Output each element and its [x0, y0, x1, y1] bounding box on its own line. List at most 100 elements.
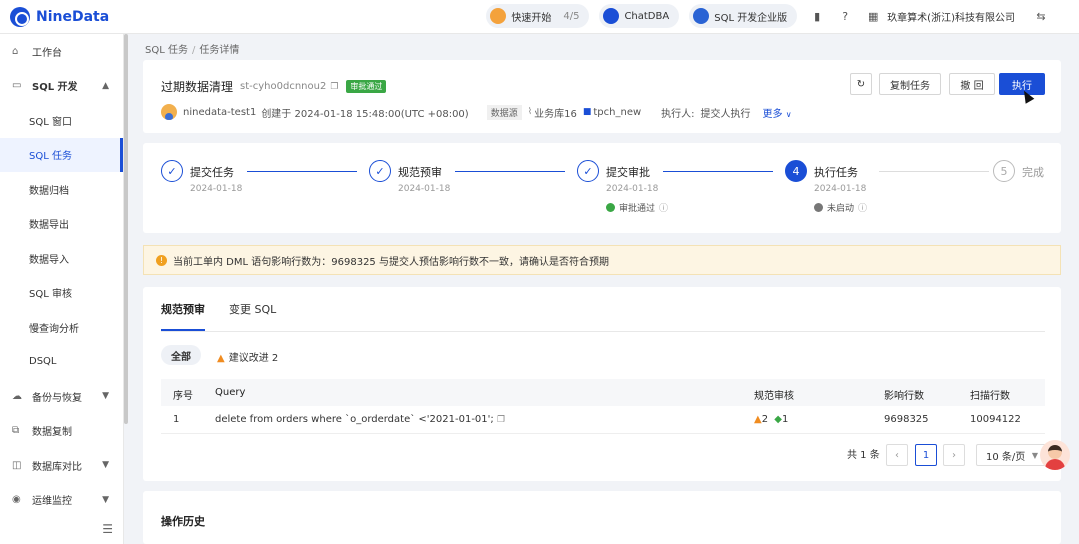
filter-suggestion-button[interactable]: ▲ 建议改进 2	[217, 349, 278, 364]
chevron-up-icon: ▲	[102, 80, 109, 91]
help-icon[interactable]: ?	[837, 8, 853, 24]
sidebar-item-slow-query[interactable]: 慢查询分析	[0, 310, 123, 345]
database-icon: ⌇	[527, 107, 533, 117]
filter-all-button[interactable]: 全部	[161, 345, 201, 365]
tab-change-sql[interactable]: 变更 SQL	[229, 301, 276, 331]
sidebar-item-sql-review[interactable]: SQL 审核	[0, 276, 123, 311]
quick-start-icon	[490, 8, 507, 24]
history-title: 操作历史	[161, 515, 205, 528]
sidebar-item-data-archive[interactable]: 数据归档	[0, 172, 123, 207]
sidebar-item-sql-window[interactable]: SQL 窗口	[0, 103, 123, 138]
warning-icon: ▲	[217, 353, 225, 364]
row-review-result[interactable]: ▲2 ◆1	[754, 414, 788, 425]
quick-start-button[interactable]: 快速开始 4/5	[486, 4, 590, 28]
history-card: 操作历史	[143, 491, 1061, 544]
step-connector	[663, 171, 773, 172]
sidebar-item-data-export[interactable]: 数据导出	[0, 207, 123, 242]
edition-button[interactable]: SQL 开发企业版	[689, 4, 798, 28]
copy-task-button[interactable]: 复制任务	[879, 73, 941, 95]
copy-query-icon[interactable]: ❐	[497, 415, 505, 425]
check-icon: ✓	[577, 160, 599, 182]
step-execute: 4 执行任务 2024-01-18 未启动 ⓘ	[785, 160, 867, 214]
quick-start-label: 快速开始	[511, 12, 552, 24]
step-title: 提交审批	[606, 166, 650, 179]
tab-divider	[161, 331, 1045, 332]
notification-icon[interactable]: ▮	[809, 8, 825, 24]
sidebar-item-dsql[interactable]: DSQL	[0, 345, 123, 380]
warning-alert: ! 当前工单内 DML 语句影响行数为：9698325 与提交人预估影响行数不一…	[143, 245, 1061, 275]
breadcrumb-parent[interactable]: SQL 任务	[145, 45, 188, 56]
task-title-row: 过期数据清理 st-cyho0dcnnou2 ❐ 审批通过	[161, 78, 387, 95]
compare-icon: ◫	[12, 459, 22, 471]
app-logo[interactable]: NineData	[10, 6, 109, 27]
sidebar-item-sql-task[interactable]: SQL 任务	[0, 137, 123, 172]
sidebar-item-workbench[interactable]: ⌂ 工作台	[0, 34, 123, 69]
schema-icon: ■	[582, 107, 592, 117]
language-icon[interactable]: ⇆	[1033, 8, 1049, 24]
monitor-icon: ▭	[12, 80, 22, 92]
sidebar-item-label: 数据导入	[29, 254, 69, 266]
avatar-body	[1045, 459, 1065, 470]
step-title: 完成	[1022, 166, 1044, 179]
sidebar-item-db-compare[interactable]: ◫ 数据库对比 ▼	[0, 448, 123, 483]
row-affected: 9698325	[884, 414, 929, 425]
chatdba-button[interactable]: ChatDBA	[599, 4, 680, 28]
next-page-button[interactable]: ›	[943, 444, 965, 466]
step-approval: ✓ 提交审批 2024-01-18 审批通过 ⓘ	[577, 160, 668, 214]
organization-icon[interactable]: ▦	[865, 8, 881, 24]
step-number: 5	[993, 160, 1015, 182]
more-link[interactable]: 更多 ∨	[763, 105, 792, 120]
task-title: 过期数据清理	[161, 80, 234, 94]
chatdba-label: ChatDBA	[624, 10, 670, 22]
avatar	[161, 104, 177, 120]
row-query: delete from orders where `o_orderdate` <…	[215, 414, 505, 425]
copy-icon: ⧉	[12, 425, 20, 437]
sidebar-item-sql-dev[interactable]: ▭ SQL 开发 ▲	[0, 69, 123, 104]
step-number: 4	[785, 160, 807, 182]
sidebar-item-label: 备份与恢复	[32, 392, 82, 404]
executor-value: 提交人执行	[700, 108, 751, 120]
step-title: 规范预审	[398, 166, 442, 179]
prev-page-button[interactable]: ‹	[886, 444, 908, 466]
support-assistant-avatar[interactable]	[1040, 440, 1070, 470]
step-date: 2024-01-18	[606, 184, 659, 194]
refresh-icon: ↻	[856, 78, 866, 90]
info-icon[interactable]: ⓘ	[858, 201, 867, 214]
sidebar-scrollbar[interactable]	[124, 34, 128, 424]
pass-shield-icon: ◆	[774, 414, 782, 425]
collapse-menu-icon[interactable]: ☰	[102, 522, 113, 536]
step-status-text: 审批通过	[619, 204, 656, 214]
not-started-icon	[814, 203, 823, 212]
schema-name[interactable]: tpch_new	[593, 107, 641, 118]
database-name[interactable]: 业务库16	[534, 105, 577, 120]
table-row: 1 delete from orders where `o_orderdate`…	[161, 406, 1045, 434]
cloud-icon: ☁	[12, 390, 22, 402]
refresh-button[interactable]: ↻	[850, 73, 872, 95]
sidebar-item-ops-monitor[interactable]: ◉ 运维监控 ▼	[0, 483, 123, 518]
page-size-select[interactable]: 10 条/页 ▼	[976, 444, 1046, 466]
sidebar-item-data-import[interactable]: 数据导入	[0, 241, 123, 276]
sidebar-item-label: SQL 任务	[29, 151, 72, 163]
tab-precheck[interactable]: 规范预审	[161, 301, 205, 331]
chevron-down-icon: ▼	[102, 460, 109, 471]
sidebar-item-replication[interactable]: ⧉ 数据复制	[0, 414, 123, 449]
page-button[interactable]: 1	[915, 444, 937, 466]
sidebar: ⌂ 工作台 ▭ SQL 开发 ▲ SQL 窗口 SQL 任务 数据归档 数据导出 数据…	[0, 34, 124, 544]
revoke-button[interactable]: 撤 回	[949, 73, 995, 95]
warning-count: 2	[761, 414, 769, 425]
sidebar-item-backup[interactable]: ☁ 备份与恢复 ▼	[0, 379, 123, 414]
copy-id-icon[interactable]: ❐	[330, 82, 338, 92]
more-label: 更多	[762, 108, 783, 120]
pass-count: 1	[781, 414, 789, 425]
sidebar-item-label: 数据归档	[29, 185, 69, 197]
sidebar-item-label: 数据复制	[32, 427, 72, 439]
chevron-down-icon: ▼	[102, 391, 109, 402]
column-header: Query	[215, 387, 246, 398]
company-name[interactable]: 玖章算术(浙江)科技有限公司	[887, 9, 1015, 24]
chevron-left-icon: ‹	[895, 449, 899, 461]
sidebar-item-label: 慢查询分析	[29, 323, 79, 335]
row-number: 1	[173, 414, 180, 425]
chevron-down-icon: ∨	[785, 109, 792, 119]
step-status-text: 未启动	[827, 204, 855, 214]
info-icon[interactable]: ⓘ	[659, 201, 668, 214]
